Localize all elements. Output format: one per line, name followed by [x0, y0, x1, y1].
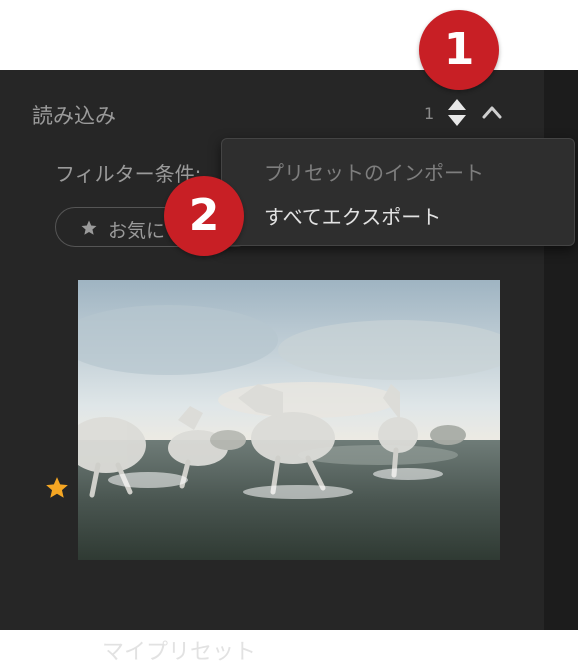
stepper-arrows-icon[interactable]: [446, 98, 468, 128]
preset-thumbnail[interactable]: [78, 280, 500, 560]
favorites-chip-label: お気に: [108, 220, 166, 242]
preset-name: マイプリセット: [102, 640, 257, 665]
preset-count: 1: [424, 104, 435, 123]
chevron-up-icon[interactable]: [480, 102, 504, 122]
annotation-badge-1: 1: [419, 10, 499, 90]
section-title: 読み込み: [32, 104, 116, 128]
annotation-badge-2: 2: [164, 176, 244, 256]
filter-label: フィルター条件:: [55, 162, 202, 186]
favorite-star-icon[interactable]: [44, 475, 70, 501]
star-icon: [81, 220, 97, 235]
menu-item-import-presets: プリセットのインポート: [264, 161, 484, 185]
menu-item-export-all[interactable]: すべてエクスポート: [264, 201, 441, 230]
preset-options-menu: プリセットのインポート すべてエクスポート: [221, 138, 575, 246]
